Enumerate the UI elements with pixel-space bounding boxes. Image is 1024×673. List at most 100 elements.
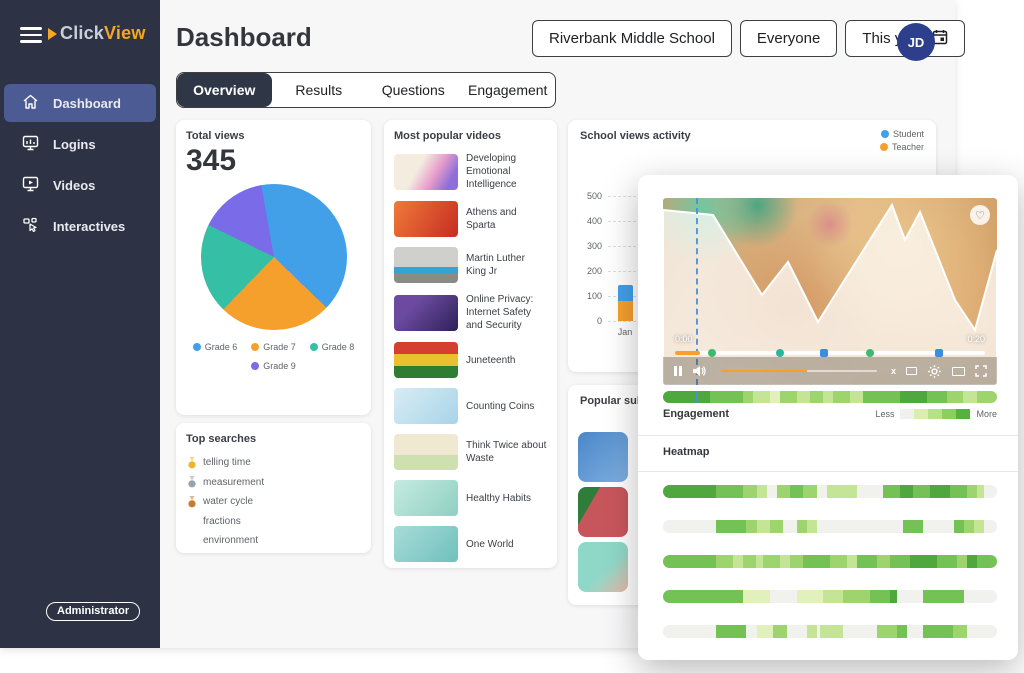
heat-segment bbox=[783, 520, 796, 533]
heat-segment bbox=[746, 520, 756, 533]
legend-label: Grade 9 bbox=[263, 361, 296, 371]
sidebar-item-logins[interactable]: Logins bbox=[4, 125, 156, 163]
video-list-item[interactable]: Developing Emotional Intelligence bbox=[394, 152, 547, 191]
heat-segment bbox=[716, 625, 746, 638]
legend-item-grade-7: Grade 7 bbox=[251, 342, 296, 352]
search-item[interactable]: measurement bbox=[186, 473, 361, 493]
video-thumbnail bbox=[394, 154, 458, 190]
heat-segment bbox=[716, 485, 743, 498]
heat-segment bbox=[947, 391, 964, 403]
video-list-item[interactable]: Athens and Sparta bbox=[394, 201, 547, 237]
cast-icon[interactable] bbox=[952, 367, 965, 376]
subject-thumbnail-2[interactable] bbox=[578, 487, 628, 537]
activity-legend: StudentTeacher bbox=[880, 129, 924, 155]
question-marker[interactable] bbox=[935, 349, 943, 357]
medal-icon bbox=[186, 496, 198, 508]
logins-icon bbox=[22, 135, 53, 154]
scale-swatch bbox=[942, 409, 956, 419]
activity-legend-teacher: Teacher bbox=[880, 142, 924, 152]
heat-segment bbox=[663, 520, 716, 533]
video-list-item[interactable]: Healthy Habits bbox=[394, 480, 547, 516]
pause-button[interactable] bbox=[673, 366, 683, 376]
filter-button-everyone[interactable]: Everyone bbox=[740, 20, 837, 57]
heat-segment bbox=[773, 625, 786, 638]
fullscreen-icon[interactable] bbox=[975, 365, 987, 377]
scale-swatch bbox=[914, 409, 928, 419]
settings-gear-icon[interactable] bbox=[927, 364, 942, 379]
search-item[interactable]: fractions bbox=[186, 512, 361, 532]
heat-segment bbox=[743, 391, 753, 403]
sidebar-item-dashboard[interactable]: Dashboard bbox=[4, 84, 156, 122]
scale-less-label: Less bbox=[875, 409, 894, 419]
search-item[interactable]: environment bbox=[186, 531, 361, 551]
scale-more-label: More bbox=[976, 409, 997, 419]
tab-questions[interactable]: Questions bbox=[366, 73, 461, 107]
heat-segment bbox=[900, 485, 913, 498]
video-list-item[interactable]: Juneteenth bbox=[394, 342, 547, 378]
volume-icon[interactable] bbox=[693, 365, 707, 377]
captions-off-icon[interactable]: x bbox=[891, 366, 896, 376]
scale-swatch bbox=[928, 409, 942, 419]
sidebar-item-videos[interactable]: Videos bbox=[4, 166, 156, 204]
heat-segment bbox=[817, 520, 904, 533]
heat-segment bbox=[863, 391, 883, 403]
video-title: Athens and Sparta bbox=[466, 206, 547, 232]
question-marker[interactable] bbox=[820, 349, 828, 357]
medal-icon bbox=[186, 457, 198, 469]
top-searches-title: Top searches bbox=[186, 433, 361, 445]
seek-played bbox=[675, 351, 700, 355]
video-title: Juneteenth bbox=[466, 354, 516, 367]
tab-results[interactable]: Results bbox=[272, 73, 367, 107]
filter-button-riverbank-middle-school[interactable]: Riverbank Middle School bbox=[532, 20, 732, 57]
video-list-item[interactable]: Online Privacy: Internet Safety and Secu… bbox=[394, 293, 547, 332]
video-list-item[interactable]: One World bbox=[394, 526, 547, 562]
sidebar-item-interactives[interactable]: Interactives bbox=[4, 207, 156, 245]
video-player[interactable]: ♡ 0:00 0:20 x bbox=[663, 198, 997, 385]
tab-engagement[interactable]: Engagement bbox=[461, 73, 556, 107]
heat-segment bbox=[716, 590, 743, 603]
heat-segment bbox=[897, 625, 907, 638]
subject-thumbnail-3[interactable] bbox=[578, 542, 628, 592]
heat-segment bbox=[984, 485, 997, 498]
heat-segment bbox=[830, 555, 847, 568]
mini-progress-bar[interactable] bbox=[721, 370, 877, 372]
y-axis-tick: 0 bbox=[568, 316, 602, 326]
video-thumbnail bbox=[394, 434, 458, 470]
heat-segment bbox=[753, 391, 770, 403]
heat-segment bbox=[757, 520, 770, 533]
pip-icon[interactable] bbox=[906, 367, 917, 375]
video-title: Think Twice about Waste bbox=[466, 439, 547, 465]
video-list-item[interactable]: Counting Coins bbox=[394, 388, 547, 424]
video-thumbnail bbox=[394, 480, 458, 516]
seek-bar[interactable] bbox=[675, 351, 985, 355]
hamburger-menu-icon[interactable] bbox=[20, 27, 42, 47]
heat-segment bbox=[967, 625, 997, 638]
tab-overview[interactable]: Overview bbox=[177, 73, 272, 107]
student-bar-segment bbox=[618, 285, 633, 301]
heat-segment bbox=[827, 485, 847, 498]
avatar[interactable]: JD bbox=[897, 23, 935, 61]
search-item[interactable]: telling time bbox=[186, 453, 361, 473]
heat-segment bbox=[967, 555, 977, 568]
x-axis-label: Jan bbox=[610, 327, 640, 337]
divider bbox=[638, 471, 1018, 472]
heat-segment bbox=[797, 520, 807, 533]
heart-icon[interactable]: ♡ bbox=[970, 205, 990, 225]
clickview-logo[interactable]: Click View bbox=[48, 23, 146, 44]
heat-segment bbox=[823, 391, 833, 403]
video-list-item[interactable]: Martin Luther King Jr bbox=[394, 247, 547, 283]
search-term: environment bbox=[203, 535, 258, 546]
strip-playhead-tick bbox=[696, 391, 698, 403]
legend-label: Grade 6 bbox=[205, 342, 238, 352]
sidebar-item-label: Videos bbox=[53, 178, 95, 193]
heat-segment bbox=[870, 590, 890, 603]
heat-segment bbox=[950, 485, 967, 498]
legend-label: Teacher bbox=[892, 142, 924, 152]
video-list-item[interactable]: Think Twice about Waste bbox=[394, 434, 547, 470]
heat-segment bbox=[927, 391, 947, 403]
heatmap-row bbox=[663, 625, 997, 638]
medal-icon bbox=[186, 476, 198, 488]
search-item[interactable]: water cycle bbox=[186, 492, 361, 512]
subject-thumbnail-1[interactable] bbox=[578, 432, 628, 482]
filter-button-label: Everyone bbox=[757, 30, 820, 47]
